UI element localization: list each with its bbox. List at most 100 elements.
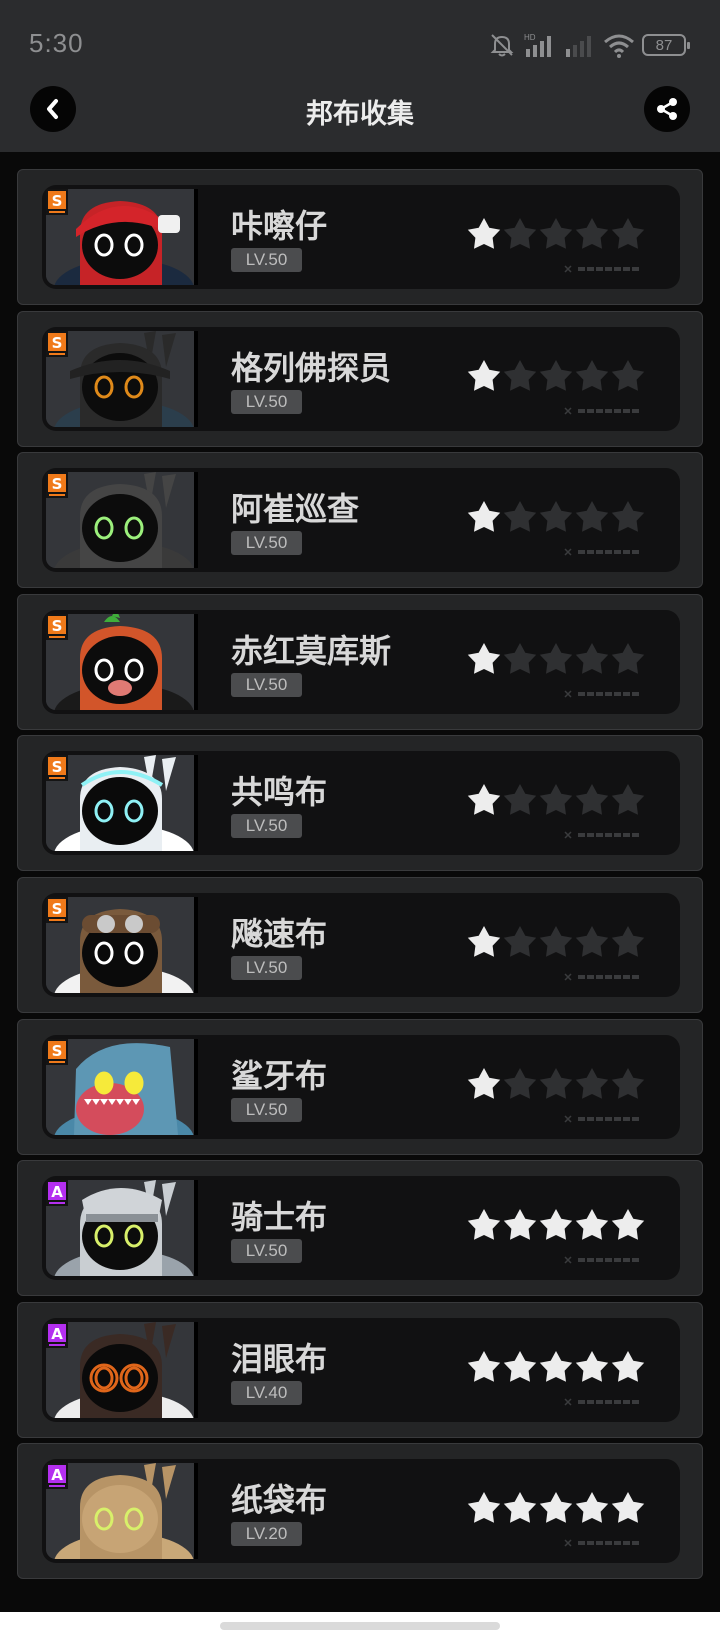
bangboo-portrait bbox=[46, 613, 194, 710]
star-filled-icon bbox=[467, 784, 501, 816]
level-badge: LV.50 bbox=[231, 814, 302, 839]
star-filled-icon bbox=[611, 1209, 645, 1240]
star-empty-icon bbox=[539, 501, 573, 532]
star-filled-icon bbox=[467, 926, 501, 957]
star-rating bbox=[467, 501, 645, 532]
svg-text:S: S bbox=[52, 192, 63, 210]
star-filled-icon bbox=[575, 1492, 609, 1524]
bangboo-card-inner: A 骑士布 LV.50 bbox=[42, 1176, 680, 1281]
star-filled-icon bbox=[539, 1492, 573, 1524]
status-time: 5:30 bbox=[29, 28, 84, 58]
star-filled-icon bbox=[503, 1492, 537, 1524]
rank-s-badge: S bbox=[46, 1038, 68, 1065]
level-badge: LV.20 bbox=[231, 1522, 302, 1547]
bangboo-portrait-art bbox=[46, 330, 194, 427]
bangboo-portrait-art bbox=[46, 613, 194, 710]
bangboo-card-inner: S 格列佛探员 LV.50 bbox=[42, 326, 680, 431]
star-filled-icon bbox=[467, 642, 501, 674]
star-filled-icon bbox=[467, 1492, 501, 1524]
rank-a-badge: A bbox=[46, 1321, 68, 1348]
star-empty-icon bbox=[539, 642, 573, 674]
level-badge: LV.40 bbox=[231, 1380, 302, 1405]
share-button[interactable] bbox=[644, 86, 690, 132]
portrait-divider bbox=[194, 1038, 198, 1135]
portrait-divider bbox=[194, 330, 198, 427]
bangboo-card[interactable]: S 共鸣布 LV.50 bbox=[17, 735, 703, 872]
rank-a-badge: A bbox=[46, 1463, 68, 1490]
star-empty-icon bbox=[611, 642, 645, 674]
rating-decoration-icon bbox=[564, 1398, 639, 1406]
portrait-divider bbox=[194, 472, 198, 569]
star-empty-icon bbox=[575, 1067, 609, 1099]
portrait-divider bbox=[194, 613, 198, 710]
bangboo-name: 赤红莫库斯 bbox=[231, 631, 392, 670]
star-filled-icon bbox=[611, 1492, 645, 1524]
bangboo-card-inner: S 共鸣布 LV.50 bbox=[42, 751, 680, 856]
bangboo-card[interactable]: A 骑士布 LV.50 bbox=[17, 1160, 703, 1297]
rating-decoration-icon bbox=[564, 1115, 639, 1123]
bangboo-portrait-art bbox=[46, 1321, 194, 1418]
bangboo-portrait bbox=[46, 472, 194, 569]
star-rating bbox=[467, 1067, 645, 1099]
level-badge: LV.50 bbox=[231, 389, 302, 414]
svg-text:A: A bbox=[51, 1325, 63, 1343]
bangboo-name: 纸袋布 bbox=[231, 1481, 328, 1520]
svg-text:S: S bbox=[52, 334, 63, 352]
signal-hd-icon: HD bbox=[524, 33, 551, 57]
portrait-divider bbox=[194, 1321, 198, 1418]
rating-decoration-icon bbox=[564, 973, 639, 981]
bangboo-card[interactable]: A 泪眼布 LV.40 bbox=[17, 1301, 703, 1438]
bangboo-card[interactable]: S 鲨牙布 LV.50 bbox=[17, 1018, 703, 1155]
battery-icon: 87 bbox=[642, 34, 690, 56]
star-rating bbox=[467, 218, 645, 249]
bangboo-card[interactable]: S 咔嚓仔 LV.50 bbox=[17, 169, 703, 305]
rating-decoration-icon bbox=[564, 407, 639, 415]
level-badge: LV.50 bbox=[231, 956, 302, 980]
star-empty-icon bbox=[539, 218, 573, 249]
star-rating bbox=[467, 1209, 645, 1240]
bangboo-portrait bbox=[46, 1180, 194, 1277]
bangboo-name: 阿崔巡查 bbox=[231, 490, 360, 529]
level-badge: LV.50 bbox=[231, 248, 302, 272]
bangboo-collection-screen: 5:30 HD 87 邦布收集 S 咔嚓仔 LV.50 S 格列佛探员 LV.5… bbox=[0, 0, 720, 1640]
star-empty-icon bbox=[503, 1067, 537, 1099]
signal-weak-icon bbox=[566, 36, 591, 57]
bangboo-portrait-art bbox=[46, 189, 194, 285]
star-empty-icon bbox=[575, 926, 609, 957]
star-filled-icon bbox=[467, 359, 501, 391]
bangboo-portrait bbox=[46, 1463, 194, 1560]
bangboo-name: 泪眼布 bbox=[231, 1339, 328, 1378]
bangboo-portrait-art bbox=[46, 1463, 194, 1560]
bangboo-name: 咔嚓仔 bbox=[231, 207, 328, 245]
bangboo-card-inner: S 阿崔巡查 LV.50 bbox=[42, 468, 680, 573]
bangboo-card[interactable]: S 飚速布 LV.50 bbox=[17, 877, 703, 1013]
rank-s-badge: S bbox=[46, 897, 68, 923]
svg-text:S: S bbox=[52, 1042, 63, 1060]
svg-text:A: A bbox=[51, 1183, 63, 1201]
bangboo-portrait-art bbox=[46, 472, 194, 569]
bangboo-portrait-art bbox=[46, 1180, 194, 1277]
bangboo-name: 格列佛探员 bbox=[231, 348, 392, 387]
star-filled-icon bbox=[575, 1209, 609, 1240]
portrait-divider bbox=[194, 897, 198, 993]
star-filled-icon bbox=[575, 1350, 609, 1382]
bangboo-card[interactable]: S 赤红莫库斯 LV.50 bbox=[17, 593, 703, 730]
bangboo-card[interactable]: A 纸袋布 LV.20 bbox=[17, 1443, 703, 1580]
bangboo-card[interactable]: S 阿崔巡查 LV.50 bbox=[17, 452, 703, 589]
star-filled-icon bbox=[467, 501, 501, 532]
portrait-divider bbox=[194, 755, 198, 852]
star-empty-icon bbox=[503, 218, 537, 249]
star-filled-icon bbox=[539, 1209, 573, 1240]
bangboo-list[interactable]: S 咔嚓仔 LV.50 S 格列佛探员 LV.50 S 阿崔巡查 LV.50 S 赤红莫库斯 LV.5… bbox=[0, 152, 720, 1612]
level-badge: LV.50 bbox=[231, 1097, 302, 1122]
star-empty-icon bbox=[575, 218, 609, 249]
home-indicator[interactable] bbox=[220, 1622, 500, 1630]
rating-decoration-icon bbox=[564, 1256, 639, 1264]
bangboo-portrait-art bbox=[46, 897, 194, 993]
status-bar: 5:30 HD 87 bbox=[0, 0, 720, 80]
bangboo-card[interactable]: S 格列佛探员 LV.50 bbox=[17, 310, 703, 447]
star-filled-icon bbox=[503, 1350, 537, 1382]
portrait-divider bbox=[194, 189, 198, 285]
star-empty-icon bbox=[611, 1067, 645, 1099]
star-rating bbox=[467, 784, 645, 816]
